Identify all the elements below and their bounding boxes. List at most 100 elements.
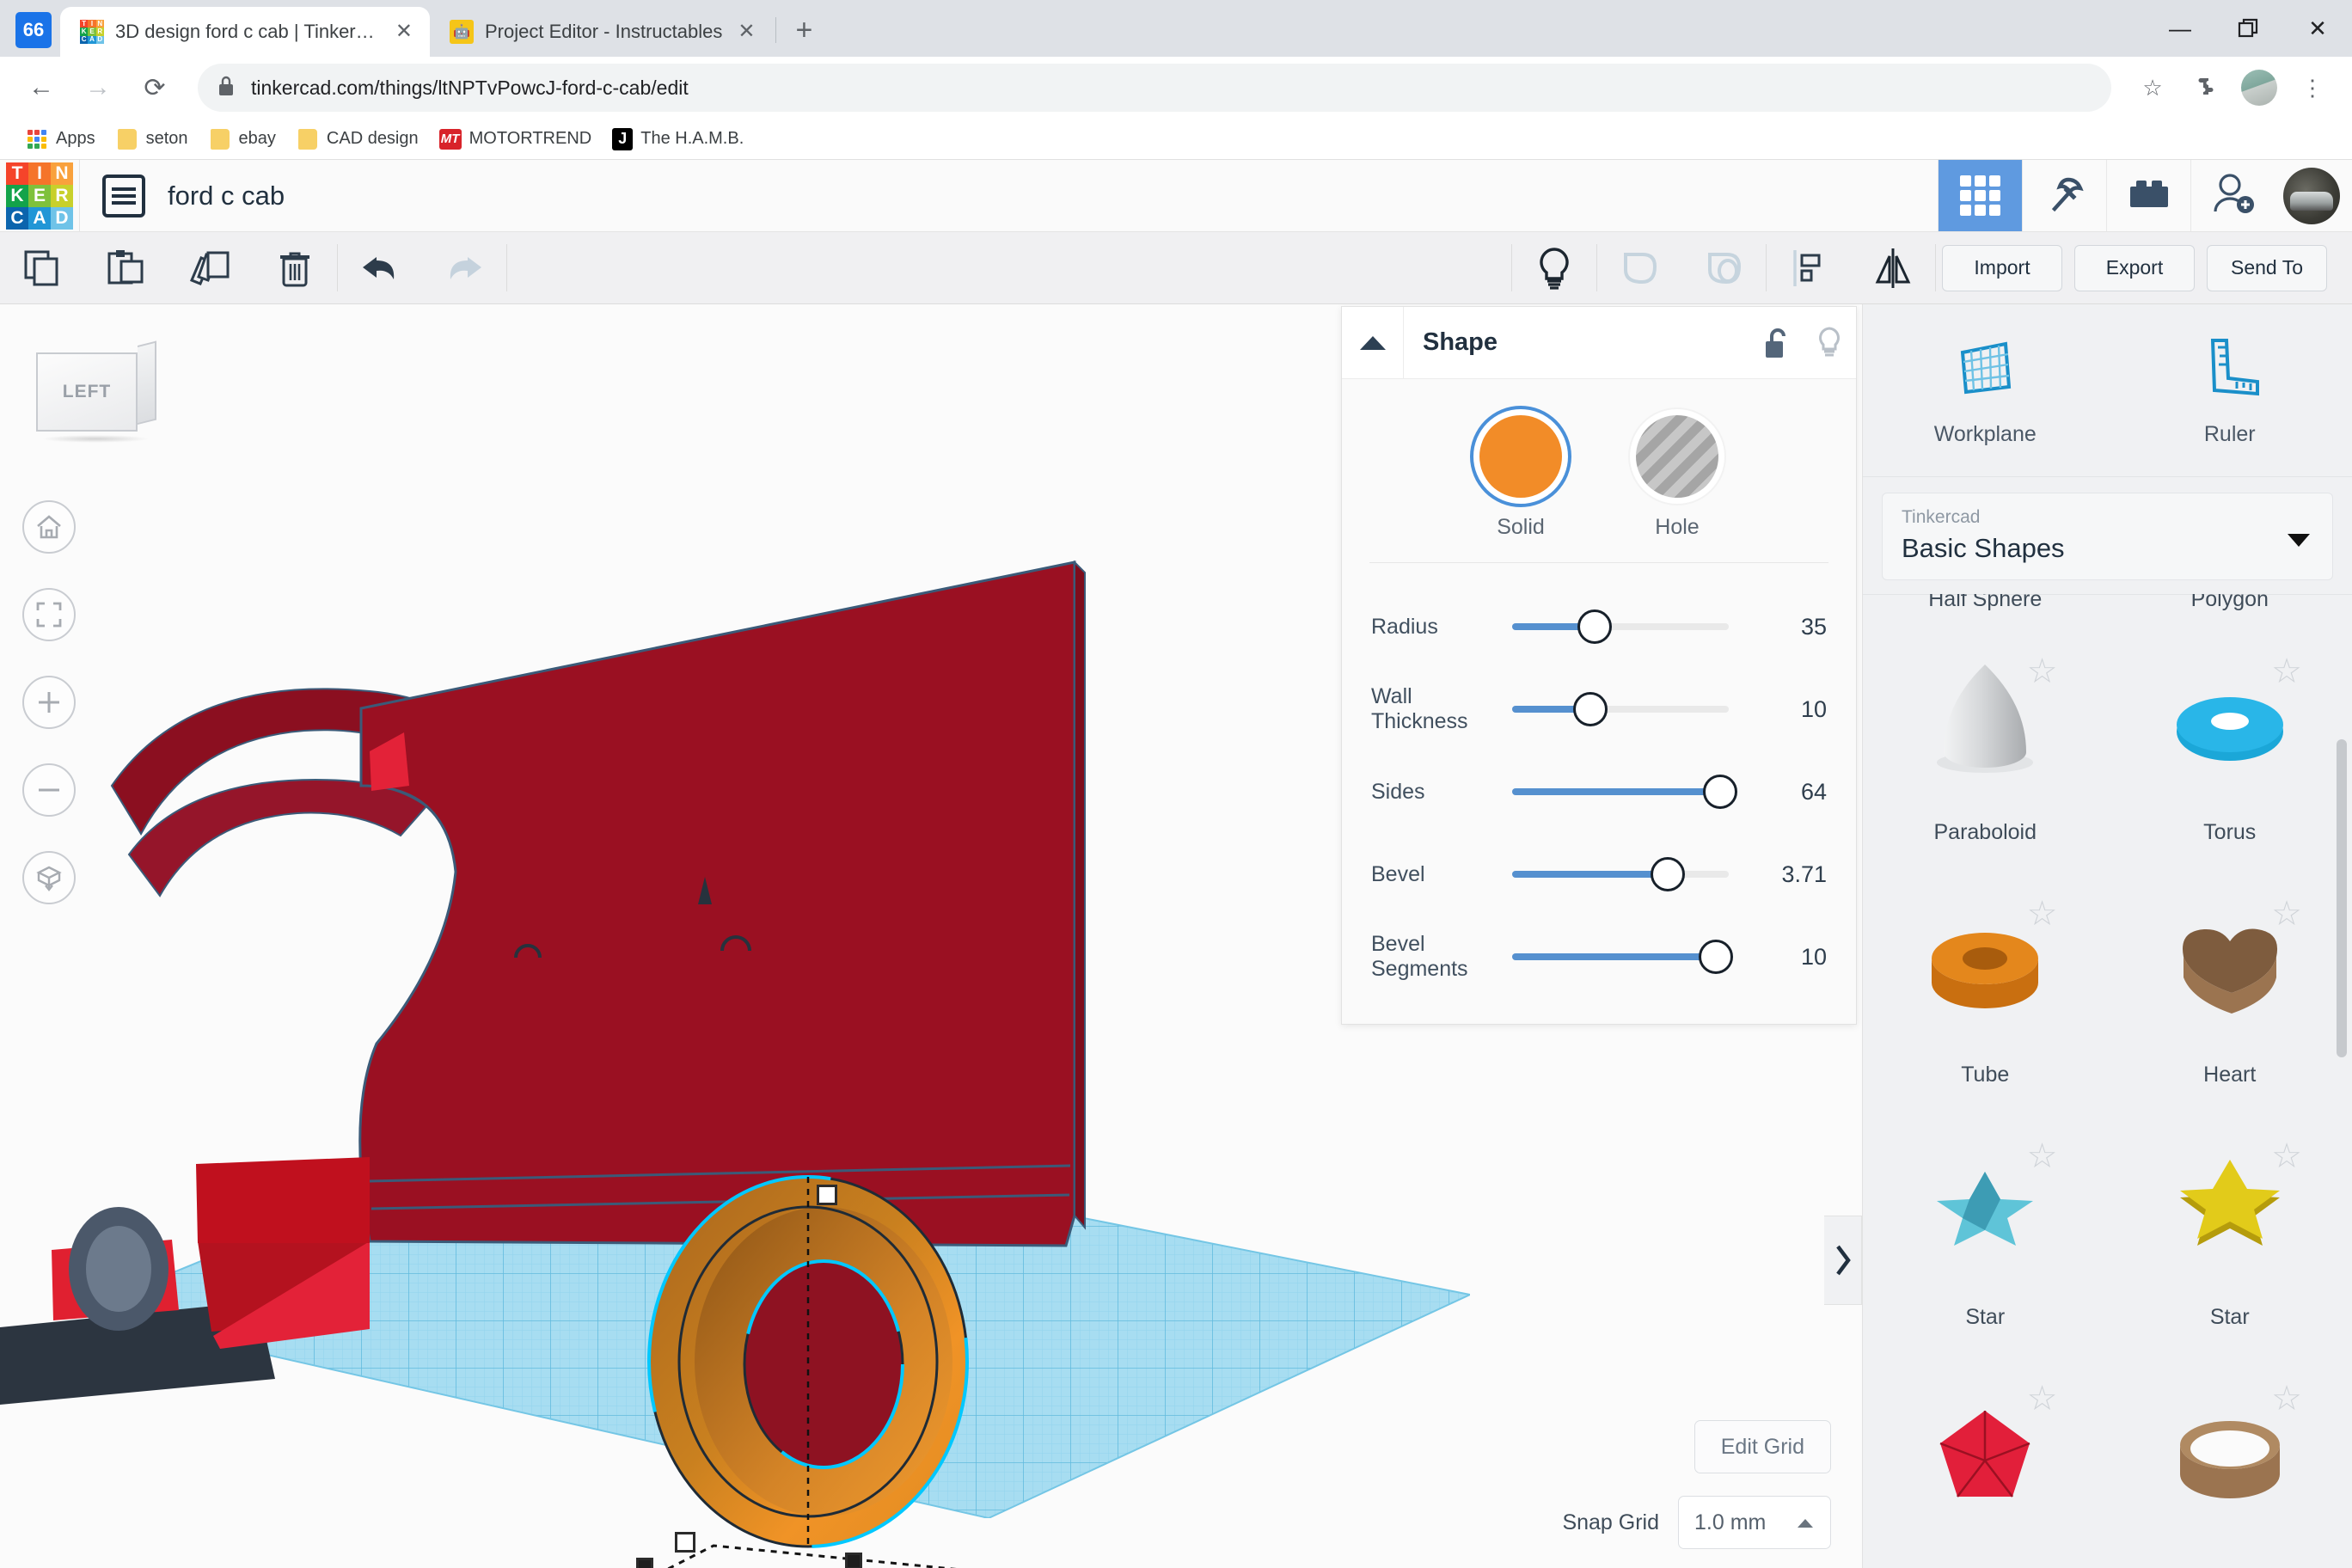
favorite-star-icon[interactable]: ☆: [2027, 1139, 2058, 1173]
paste-button[interactable]: [84, 232, 168, 303]
3d-viewport[interactable]: Workplane: [0, 304, 1862, 1568]
property-value[interactable]: 10: [1753, 696, 1827, 723]
browser-tab-0[interactable]: TIN KER CAD 3D design ford c cab | Tinke…: [60, 7, 430, 57]
bookmark-cad-design[interactable]: CAD design: [288, 123, 427, 156]
view-home-button[interactable]: [22, 500, 76, 554]
extensions-puzzle-icon[interactable]: [2182, 64, 2230, 112]
shape-library-select[interactable]: Tinkercad Basic Shapes: [1882, 493, 2333, 580]
redo-button[interactable]: [422, 232, 506, 303]
tab-close-icon[interactable]: ✕: [390, 21, 418, 42]
sides-slider[interactable]: [1512, 775, 1737, 809]
favorite-star-icon[interactable]: ☆: [2271, 897, 2302, 931]
align-button[interactable]: [1767, 232, 1851, 303]
shape-item-polygon[interactable]: Polygon: [2108, 594, 2352, 616]
wall-thickness-slider[interactable]: [1512, 692, 1729, 726]
resize-handle-top[interactable]: [817, 1185, 837, 1205]
send-to-button[interactable]: Send To: [2207, 244, 2327, 291]
bookmark-motortrend[interactable]: MT MOTORTREND: [431, 124, 601, 155]
browser-tab-1[interactable]: 🤖 Project Editor - Instructables ✕: [430, 7, 773, 57]
zoom-in-button[interactable]: [22, 676, 76, 729]
duplicate-button[interactable]: [168, 232, 253, 303]
browser-profile-avatar[interactable]: [2235, 64, 2283, 112]
light-button[interactable]: [1512, 232, 1596, 303]
mirror-button[interactable]: [1851, 232, 1935, 303]
shape-item-half-sphere[interactable]: Half Sphere: [1863, 594, 2108, 616]
sidebar-expand-toggle[interactable]: [1824, 1216, 1862, 1305]
view-cube-front-face[interactable]: LEFT: [36, 352, 138, 432]
shape-light-button[interactable]: [1803, 326, 1856, 360]
tool-workplane[interactable]: Workplane: [1863, 304, 2108, 476]
shape-item-icosahedron[interactable]: ☆: [1863, 1344, 2108, 1568]
page-title[interactable]: ford c cab: [168, 181, 285, 211]
address-bar[interactable]: tinkercad.com/things/ltNPTvPowcJ-ford-c-…: [198, 64, 2111, 112]
new-tab-button[interactable]: +: [780, 15, 828, 57]
view-cube[interactable]: LEFT: [36, 340, 156, 443]
resize-handle-corner-nw[interactable]: [675, 1532, 695, 1553]
radius-slider[interactable]: [1512, 609, 1729, 644]
zoom-out-button[interactable]: [22, 763, 76, 817]
bookmark-star-icon[interactable]: ☆: [2128, 64, 2177, 112]
shape-item-tube[interactable]: ☆ Tube: [1863, 859, 2108, 1101]
property-value[interactable]: 10: [1753, 944, 1827, 971]
tinkercad-logo[interactable]: TIN KER CAD: [0, 160, 79, 231]
favorite-star-icon[interactable]: ☆: [2027, 654, 2058, 689]
shape-item-ring[interactable]: ☆: [2108, 1344, 2352, 1568]
chevron-down-icon[interactable]: [2288, 534, 2310, 547]
header-blocks-button[interactable]: [2106, 160, 2190, 231]
forward-icon[interactable]: →: [72, 62, 124, 113]
resize-handle-edge-nw[interactable]: [636, 1558, 653, 1568]
bookmark-ebay[interactable]: ebay: [200, 123, 285, 156]
project-list-icon[interactable]: [102, 174, 145, 217]
lock-toggle-button[interactable]: [1749, 326, 1803, 360]
favorite-star-icon[interactable]: ☆: [2027, 897, 2058, 931]
property-value[interactable]: 3.71: [1753, 861, 1827, 888]
delete-button[interactable]: [253, 232, 337, 303]
view-cube-side-face[interactable]: [138, 340, 156, 425]
bookmark-apps[interactable]: Apps: [17, 123, 104, 156]
favorite-star-icon[interactable]: ☆: [2027, 1381, 2058, 1416]
property-value[interactable]: 64: [1753, 779, 1827, 805]
shape-item-star-blue[interactable]: ☆ Star: [1863, 1101, 2108, 1344]
bevel-slider[interactable]: [1512, 857, 1729, 891]
favorite-star-icon[interactable]: ☆: [2271, 654, 2302, 689]
shape-item-star-yellow[interactable]: ☆ Star: [2108, 1101, 2352, 1344]
favorite-star-icon[interactable]: ☆: [2271, 1139, 2302, 1173]
header-gallery-grid-button[interactable]: [1938, 160, 2022, 231]
copy-button[interactable]: [0, 232, 84, 303]
shape-item-heart[interactable]: ☆ Heart: [2108, 859, 2352, 1101]
back-icon[interactable]: ←: [15, 62, 67, 113]
shape-item-torus[interactable]: ☆ Torus: [2108, 616, 2352, 859]
header-codeblocks-button[interactable]: [2022, 160, 2106, 231]
group-button[interactable]: [1597, 232, 1681, 303]
avatar[interactable]: [2283, 168, 2340, 224]
sidebar-scrollbar[interactable]: [2337, 739, 2347, 1057]
bookmark-the-hamb[interactable]: J The H.A.M.B.: [603, 123, 752, 156]
undo-button[interactable]: [338, 232, 422, 303]
bookmark-seton[interactable]: seton: [107, 123, 197, 156]
edit-grid-button[interactable]: Edit Grid: [1694, 1420, 1831, 1473]
property-value[interactable]: 35: [1753, 614, 1827, 640]
panel-collapse-button[interactable]: [1342, 307, 1404, 378]
minimize-icon[interactable]: —: [2146, 0, 2214, 57]
resize-handle-edge-n[interactable]: [845, 1553, 862, 1568]
import-button[interactable]: Import: [1942, 244, 2062, 291]
profile-badge[interactable]: 66: [15, 12, 52, 48]
shape-library-grid[interactable]: Half Sphere Polygon ☆ Paraboloid ☆ Torus…: [1863, 594, 2352, 1568]
tool-ruler[interactable]: Ruler: [2108, 304, 2352, 476]
maximize-icon[interactable]: [2214, 0, 2283, 57]
toggle-perspective-button[interactable]: [22, 851, 76, 904]
favorite-star-icon[interactable]: ☆: [2271, 1381, 2302, 1416]
bevel-segments-slider[interactable]: [1512, 940, 1733, 974]
ungroup-button[interactable]: [1681, 232, 1766, 303]
close-icon[interactable]: ✕: [2283, 0, 2352, 57]
fit-to-view-button[interactable]: [22, 588, 76, 641]
header-invite-people-button[interactable]: [2190, 160, 2275, 231]
snap-grid-select[interactable]: 1.0 mm: [1678, 1496, 1831, 1549]
export-button[interactable]: Export: [2074, 244, 2195, 291]
tab-close-icon[interactable]: ✕: [732, 21, 760, 42]
reload-icon[interactable]: ⟳: [129, 62, 181, 113]
shape-mode-hole[interactable]: Hole: [1636, 415, 1718, 540]
shape-mode-solid[interactable]: Solid: [1479, 415, 1562, 540]
browser-menu-icon[interactable]: ⋮: [2288, 64, 2337, 112]
3d-model-torus-selected[interactable]: [593, 1155, 1040, 1568]
